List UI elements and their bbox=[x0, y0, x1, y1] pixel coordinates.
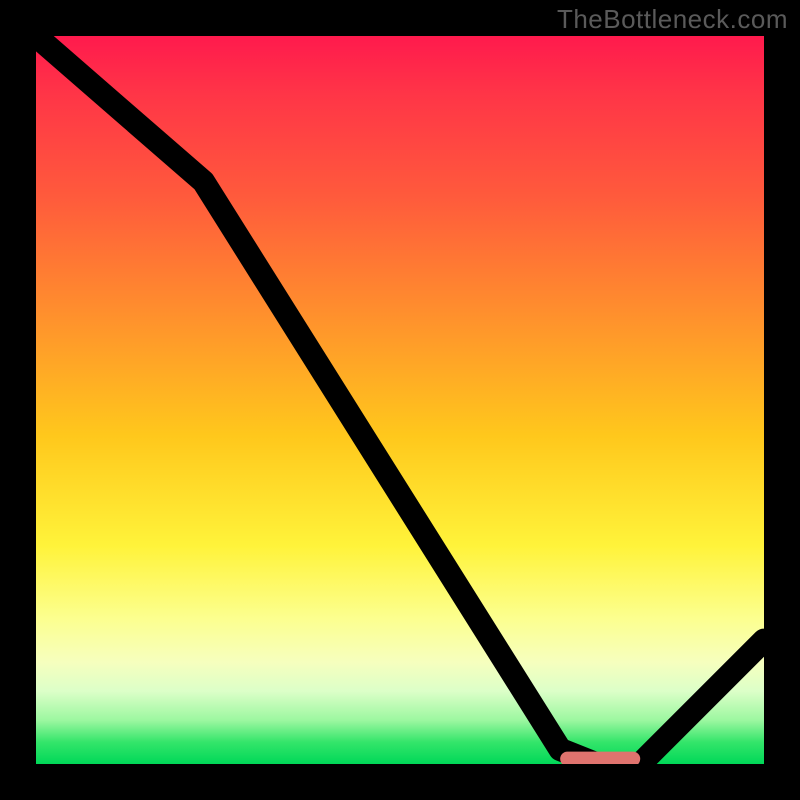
optimal-range-marker bbox=[560, 752, 640, 764]
plot-area bbox=[36, 36, 764, 764]
chart-overlay bbox=[36, 36, 764, 764]
chart-frame: TheBottleneck.com bbox=[0, 0, 800, 800]
watermark-text: TheBottleneck.com bbox=[557, 4, 788, 35]
bottleneck-curve bbox=[36, 36, 764, 764]
